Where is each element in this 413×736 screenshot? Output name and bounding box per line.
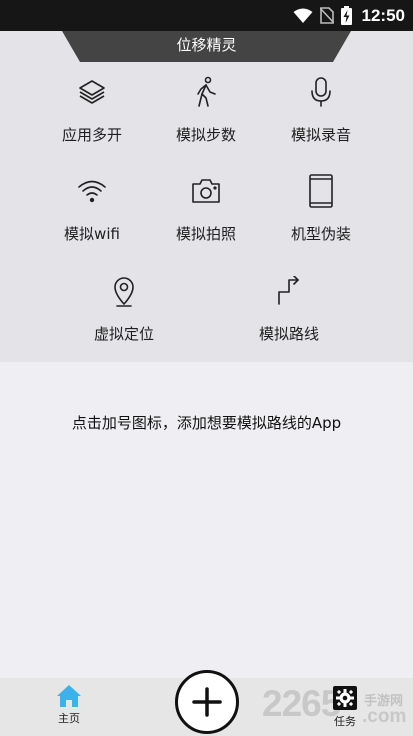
page-title: 位移精灵	[176, 36, 237, 54]
battery-charging-icon	[340, 6, 352, 25]
status-time: 12:50	[361, 5, 405, 25]
feature-label: 模拟步数	[175, 126, 236, 144]
feature-label: 模拟拍照	[175, 225, 236, 243]
feature-label: 应用多开	[61, 126, 122, 144]
microphone-icon	[305, 76, 337, 108]
route-arrow-icon	[273, 275, 305, 307]
feature-label: 虚拟定位	[93, 325, 154, 343]
feature-simulate-steps[interactable]: 模拟步数	[151, 76, 261, 145]
nav-home[interactable]: 主页	[44, 684, 94, 726]
home-icon	[57, 685, 81, 707]
nav-task-label: 任务	[334, 715, 356, 728]
feature-label: 模拟录音	[290, 126, 351, 144]
feature-device-disguise[interactable]: 机型伪装	[266, 174, 376, 244]
wifi-status-icon	[293, 8, 313, 23]
wifi-icon	[76, 175, 108, 207]
feature-label: 模拟路线	[258, 325, 319, 343]
feature-simulate-wifi[interactable]: 模拟wifi	[37, 175, 147, 244]
plus-icon	[192, 687, 222, 717]
nav-task[interactable]: 任务	[325, 685, 365, 729]
add-app-button[interactable]	[175, 670, 239, 734]
feature-multi-open[interactable]: 应用多开	[37, 76, 147, 145]
feature-virtual-location[interactable]: 虚拟定位	[69, 275, 179, 344]
feature-label: 模拟wifi	[64, 225, 120, 243]
phone-icon	[305, 174, 337, 208]
watermark-domain: .com	[362, 706, 407, 727]
location-pin-icon	[108, 275, 140, 307]
feature-label: 机型伪装	[290, 225, 351, 243]
status-bar: 12:50	[0, 0, 413, 31]
walking-person-icon	[190, 76, 222, 108]
feature-simulate-recording[interactable]: 模拟录音	[266, 76, 376, 145]
camera-icon	[190, 175, 222, 207]
nav-home-label: 主页	[58, 712, 80, 725]
no-sim-icon	[319, 7, 334, 24]
layers-icon	[76, 76, 108, 108]
feature-simulate-route[interactable]: 模拟路线	[234, 275, 344, 344]
feature-simulate-photo[interactable]: 模拟拍照	[151, 175, 261, 244]
gear-icon	[333, 686, 357, 710]
empty-hint: 点击加号图标，添加想要模拟路线的App	[71, 414, 342, 432]
